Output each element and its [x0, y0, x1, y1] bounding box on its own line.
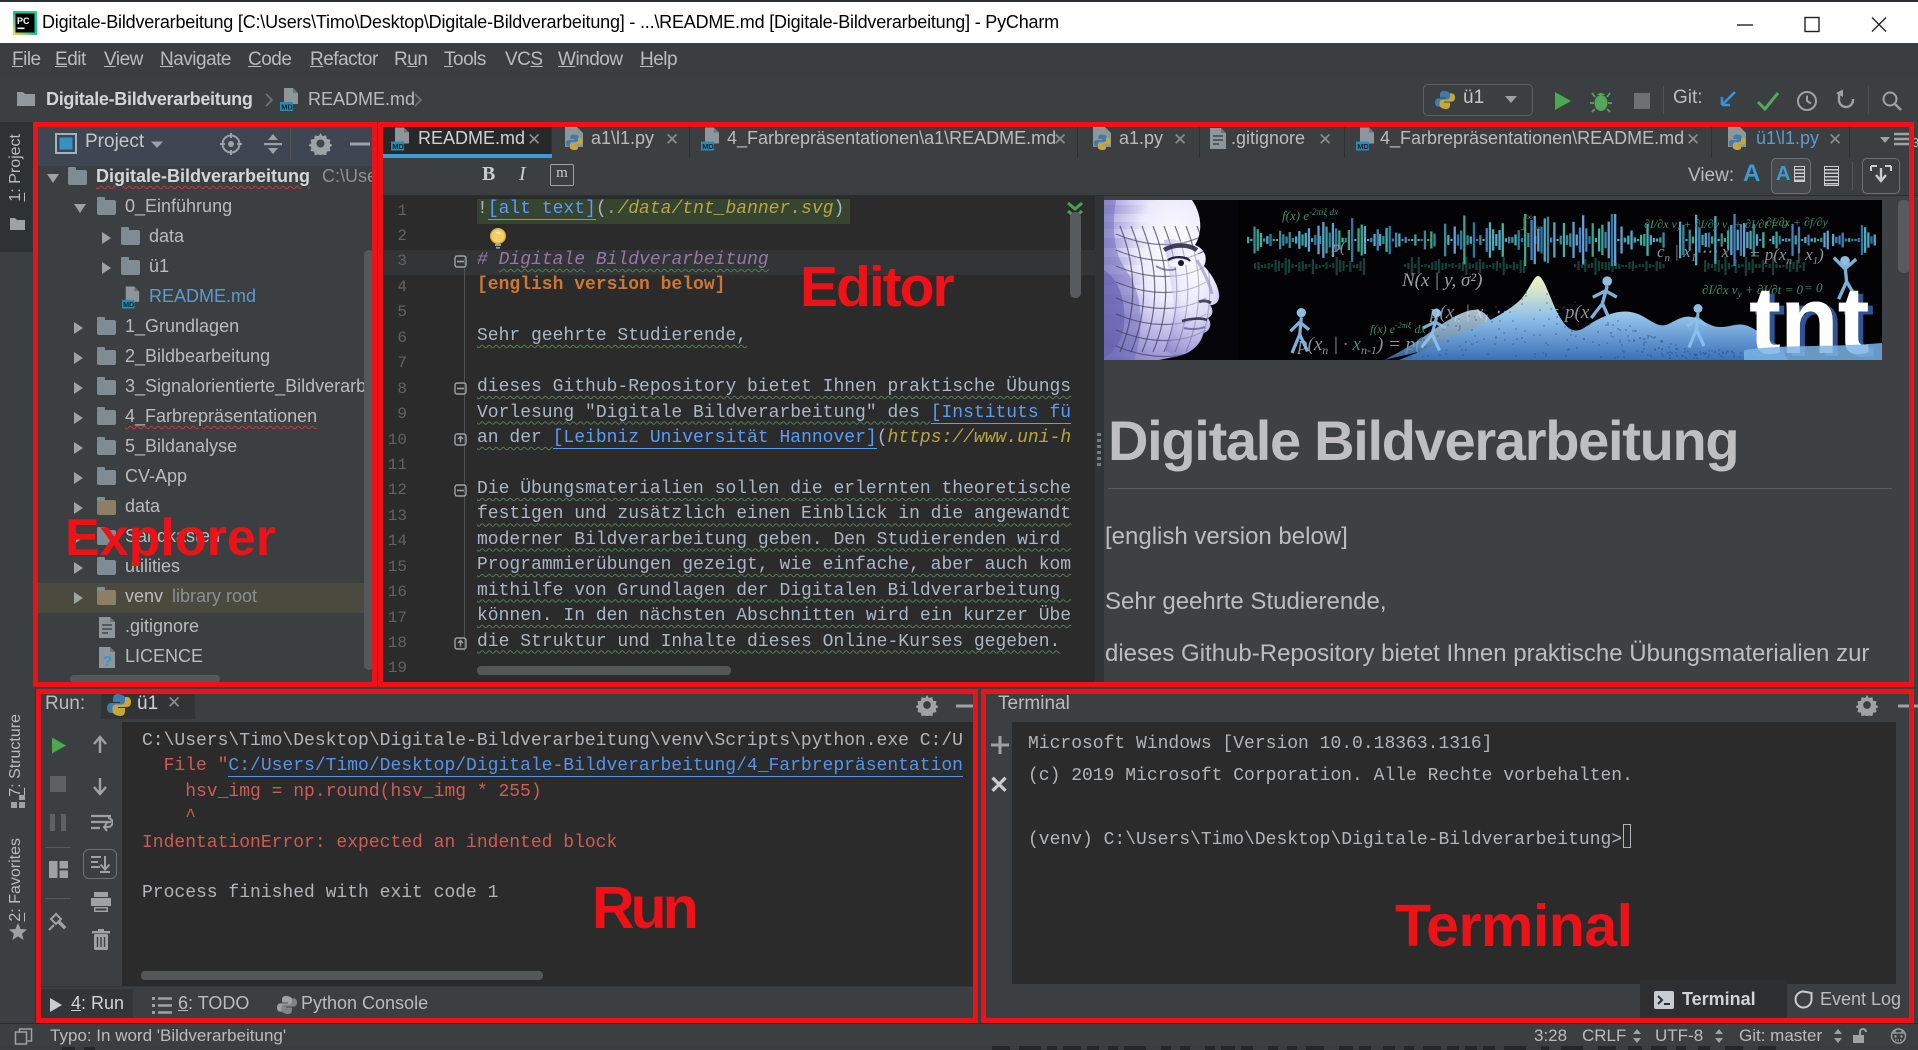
svg-text:∂f/∂x + ∂f/∂y: ∂f/∂x + ∂f/∂y — [1766, 215, 1828, 229]
svg-text:MD: MD — [1357, 142, 1369, 151]
svg-text:MD: MD — [702, 142, 714, 151]
svg-text:PC: PC — [17, 16, 30, 26]
svg-text:N(x | y, σ²): N(x | y, σ²) — [1401, 270, 1482, 291]
svg-text:MD: MD — [392, 142, 404, 151]
svg-text:3: 3 — [1912, 135, 1918, 150]
svg-text:MD: MD — [281, 102, 293, 111]
svg-text:p(: p( — [1331, 239, 1347, 256]
svg-text:MD: MD — [123, 301, 134, 309]
